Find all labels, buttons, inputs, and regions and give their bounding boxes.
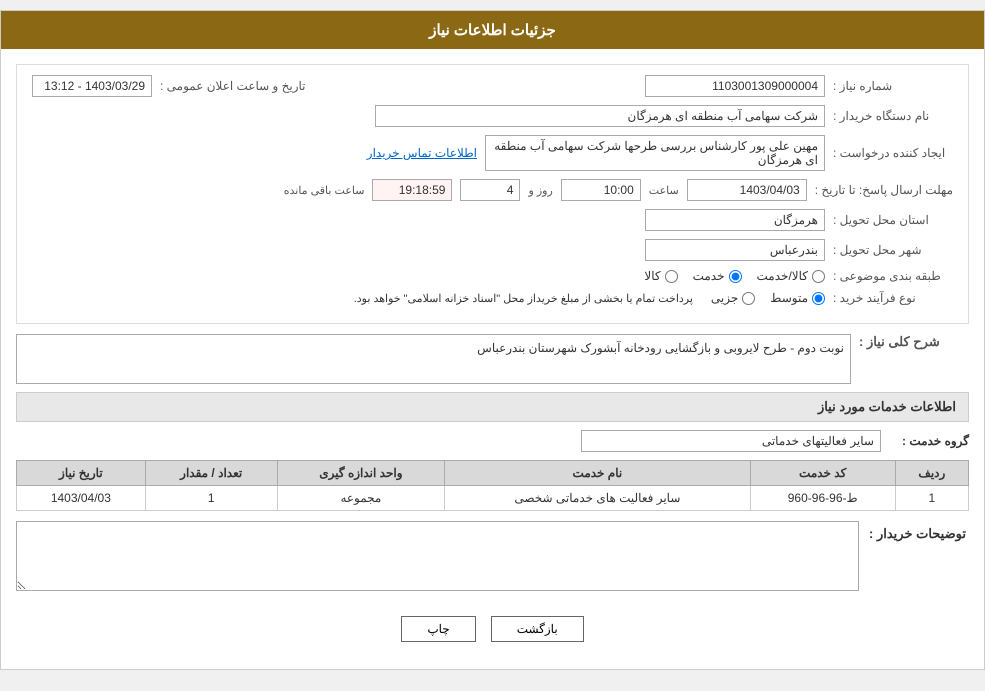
deadline-label: مهلت ارسال پاسخ: تا تاریخ : — [815, 183, 953, 197]
purchase-motawaset-label: متوسط — [770, 291, 808, 305]
deadline-days: 4 — [460, 179, 520, 201]
purchase-type-label: نوع فرآیند خرید : — [833, 291, 953, 305]
cell-unit: مجموعه — [277, 486, 444, 511]
purchase-jozi-label: جزیی — [711, 291, 738, 305]
row-need-number: شماره نیاز : 1103001309000004 تاریخ و سا… — [32, 75, 953, 97]
col-quantity: تعداد / مقدار — [145, 461, 277, 486]
requester-value: مهین علی پور کارشناس بررسی طرحها شرکت سه… — [485, 135, 825, 171]
group-row: گروه خدمت : سایر فعالیتهای خدماتی — [16, 430, 969, 452]
announce-label: تاریخ و ساعت اعلان عمومی : — [160, 79, 306, 93]
content-area: شماره نیاز : 1103001309000004 تاریخ و سا… — [1, 49, 984, 669]
deadline-date: 1403/04/03 — [687, 179, 807, 201]
city-label: شهر محل تحویل : — [833, 243, 953, 257]
table-header-row: ردیف کد خدمت نام خدمت واحد اندازه گیری ت… — [17, 461, 969, 486]
cell-quantity: 1 — [145, 486, 277, 511]
buyer-org-label: نام دستگاه خریدار : — [833, 109, 953, 123]
category-kala-radio[interactable] — [665, 270, 678, 283]
cell-row-num: 1 — [895, 486, 968, 511]
group-label: گروه خدمت : — [889, 434, 969, 448]
deadline-remaining: 19:18:59 — [372, 179, 452, 201]
row-buyer-org: نام دستگاه خریدار : شرکت سهامی آب منطقه … — [32, 105, 953, 127]
announce-value: 1403/03/29 - 13:12 — [32, 75, 152, 97]
col-service-code: کد خدمت — [750, 461, 895, 486]
need-number-label: شماره نیاز : — [833, 79, 953, 93]
category-radio-group: کالا/خدمت خدمت کالا — [644, 269, 825, 283]
deadline-time: 10:00 — [561, 179, 641, 201]
group-value: سایر فعالیتهای خدماتی — [581, 430, 881, 452]
category-kala-label: کالا — [644, 269, 660, 283]
category-kala-item: کالا — [644, 269, 677, 283]
services-table: ردیف کد خدمت نام خدمت واحد اندازه گیری ت… — [16, 460, 969, 511]
category-kala-khadamat-radio[interactable] — [812, 270, 825, 283]
back-button[interactable]: بازگشت — [491, 616, 584, 642]
row-purchase-type: نوع فرآیند خرید : متوسط جزیی پرداخت تمام… — [32, 291, 953, 305]
page-header: جزئیات اطلاعات نیاز — [1, 11, 984, 49]
contact-link[interactable]: اطلاعات تماس خریدار — [367, 146, 477, 160]
page-wrapper: جزئیات اطلاعات نیاز شماره نیاز : 1103001… — [0, 10, 985, 670]
buttons-row: بازگشت چاپ — [16, 604, 969, 654]
purchase-jozi-item: جزیی — [711, 291, 755, 305]
purchase-motawaset-item: متوسط — [770, 291, 825, 305]
col-unit: واحد اندازه گیری — [277, 461, 444, 486]
cell-date: 1403/04/03 — [17, 486, 146, 511]
buyer-desc-row: توضیحات خریدار : — [16, 521, 969, 594]
main-form-section: شماره نیاز : 1103001309000004 تاریخ و سا… — [16, 64, 969, 324]
deadline-day-label: روز و — [528, 184, 552, 197]
purchase-motawaset-radio[interactable] — [812, 292, 825, 305]
services-section-title: اطلاعات خدمات مورد نیاز — [16, 392, 969, 422]
need-desc-section-title: شرح کلی نیاز : — [859, 334, 969, 350]
buyer-org-value: شرکت سهامی آب منطقه ای هرمزگان — [375, 105, 825, 127]
row-province: استان محل تحویل : هرمزگان — [32, 209, 953, 231]
col-date: تاریخ نیاز — [17, 461, 146, 486]
cell-service-name: سایر فعالیت های خدماتی شخصی — [445, 486, 751, 511]
col-service-name: نام خدمت — [445, 461, 751, 486]
province-value: هرمزگان — [645, 209, 825, 231]
row-category: طبقه بندی موضوعی : کالا/خدمت خدمت کالا — [32, 269, 953, 283]
cell-service-code: ط-96-96-960 — [750, 486, 895, 511]
print-button[interactable]: چاپ — [401, 616, 475, 642]
requester-label: ایجاد کننده درخواست : — [833, 146, 953, 160]
page-title: جزئیات اطلاعات نیاز — [429, 22, 556, 39]
row-deadline: مهلت ارسال پاسخ: تا تاریخ : 1403/04/03 س… — [32, 179, 953, 201]
purchase-jozi-radio[interactable] — [742, 292, 755, 305]
province-label: استان محل تحویل : — [833, 213, 953, 227]
row-city: شهر محل تحویل : بندرعباس — [32, 239, 953, 261]
purchase-type-radio-group: متوسط جزیی — [711, 291, 825, 305]
deadline-time-label: ساعت — [649, 184, 679, 197]
deadline-remaining-label: ساعت باقی مانده — [284, 184, 365, 197]
city-value: بندرعباس — [645, 239, 825, 261]
buyer-desc-textarea[interactable] — [16, 521, 859, 591]
category-kala-khadamat-label: کالا/خدمت — [757, 269, 808, 283]
category-khadamat-label: خدمت — [693, 269, 725, 283]
need-number-value: 1103001309000004 — [645, 75, 825, 97]
need-desc-row: شرح کلی نیاز : نوبت دوم - طرح لایروبی و … — [16, 334, 969, 384]
purchase-note: پرداخت تمام یا بخشی از مبلغ خریداز محل "… — [354, 292, 693, 305]
category-label: طبقه بندی موضوعی : — [833, 269, 953, 283]
table-row: 1 ط-96-96-960 سایر فعالیت های خدماتی شخص… — [17, 486, 969, 511]
category-kala-khadamat-item: کالا/خدمت — [757, 269, 825, 283]
need-desc-value: نوبت دوم - طرح لایروبی و بازگشایی رودخان… — [16, 334, 851, 384]
category-khadamat-item: خدمت — [693, 269, 742, 283]
buyer-desc-label: توضیحات خریدار : — [869, 521, 969, 542]
row-requester: ایجاد کننده درخواست : مهین علی پور کارشن… — [32, 135, 953, 171]
category-khadamat-radio[interactable] — [729, 270, 742, 283]
col-row-num: ردیف — [895, 461, 968, 486]
